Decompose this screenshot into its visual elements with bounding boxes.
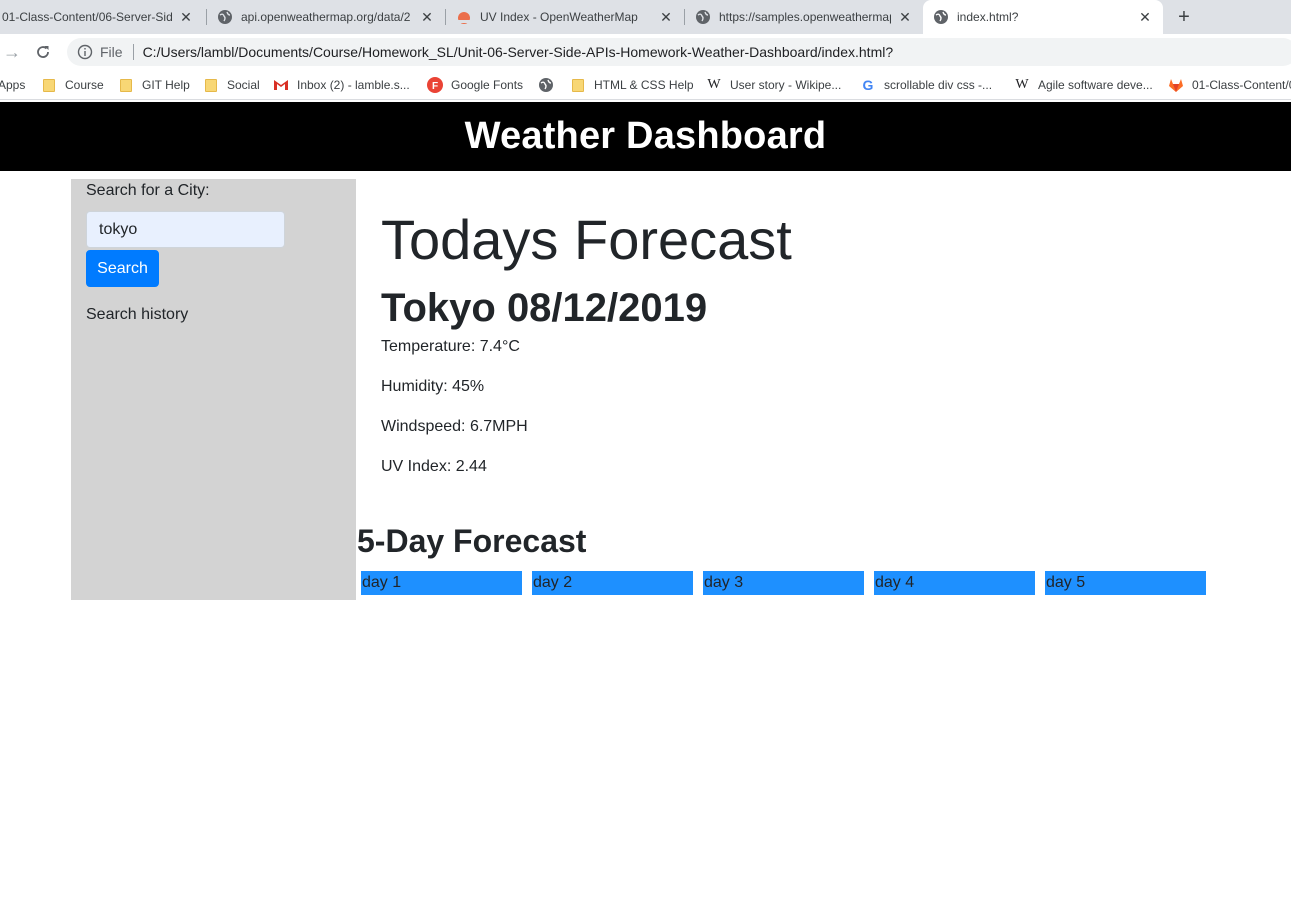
- bookmark-label: Social: [227, 78, 260, 92]
- google-fonts-icon: F: [427, 77, 443, 93]
- uv-index-text: UV Index: 2.44: [381, 458, 487, 475]
- globe-icon: [933, 9, 949, 25]
- new-tab-icon[interactable]: +: [1172, 5, 1196, 29]
- bookmark-html-css-help[interactable]: HTML & CSS Help: [570, 76, 694, 94]
- tab-title: 01-Class-Content/06-Server-Side: [2, 10, 172, 24]
- close-icon[interactable]: ✕: [419, 9, 435, 25]
- tab-title: UV Index - OpenWeatherMap: [480, 10, 638, 24]
- svg-text:F: F: [432, 81, 438, 92]
- bookmark-label: Google Fonts: [451, 78, 524, 92]
- wikipedia-icon: W: [707, 77, 721, 92]
- bookmark-label: Agile software deve...: [1038, 78, 1153, 92]
- url-text[interactable]: C:/Users/lambl/Documents/Course/Homework…: [143, 44, 894, 60]
- globe-icon: [538, 77, 554, 93]
- forward-arrow-icon[interactable]: →: [2, 42, 22, 62]
- humidity-text: Humidity: 45%: [381, 378, 485, 395]
- bookmark-gitlab[interactable]: 01-Class-Content/0: [1168, 76, 1291, 94]
- bookmark-label: scrollable div css -...: [884, 78, 993, 92]
- forecast-day-card: day 3: [703, 571, 864, 595]
- bookmark-social[interactable]: Social: [203, 76, 260, 94]
- folder-icon: [118, 77, 134, 93]
- search-button[interactable]: Search: [86, 250, 159, 287]
- windspeed-text: Windspeed: 6.7MPH: [381, 418, 528, 435]
- forecast-day-card: day 1: [361, 571, 522, 595]
- close-icon[interactable]: ✕: [178, 9, 194, 25]
- globe-icon: [217, 9, 233, 25]
- bookmark-label: 01-Class-Content/0: [1192, 78, 1291, 92]
- openweathermap-icon: [456, 9, 472, 25]
- bookmark-label: User story - Wikipe...: [730, 78, 842, 92]
- bookmark-label: HTML & CSS Help: [594, 78, 694, 92]
- bookmark-agile[interactable]: W Agile software deve...: [1014, 76, 1153, 94]
- search-sidebar: Search for a City: Search Search history: [71, 179, 356, 600]
- tab-title: index.html?: [957, 10, 1019, 24]
- globe-icon: [695, 9, 711, 25]
- forecast-day-card: day 5: [1045, 571, 1206, 595]
- info-icon[interactable]: [77, 44, 93, 60]
- bookmark-google-fonts[interactable]: F Google Fonts: [427, 76, 523, 94]
- bookmark-git-help[interactable]: GIT Help: [118, 76, 190, 94]
- temperature-text: Temperature: 7.4°C: [381, 338, 520, 355]
- city-date-heading: Tokyo 08/12/2019: [381, 286, 708, 330]
- search-history-label: Search history: [86, 306, 189, 323]
- google-icon: G: [862, 77, 874, 93]
- tab-title: api.openweathermap.org/data/2: [241, 10, 411, 24]
- forecast-day-card: day 2: [532, 571, 693, 595]
- folder-icon: [570, 77, 586, 93]
- todays-forecast-heading: Todays Forecast: [381, 208, 792, 271]
- tab-index-html[interactable]: index.html? ✕: [923, 0, 1163, 34]
- close-icon[interactable]: ✕: [897, 9, 913, 25]
- page-title: Weather Dashboard: [464, 115, 827, 157]
- browser-toolbar: → File C:/Users/lambl/Documents/Course/H…: [0, 34, 1291, 70]
- browser-tab-strip: 01-Class-Content/06-Server-Side ✕ api.op…: [0, 0, 1291, 34]
- five-day-forecast-heading: 5-Day Forecast: [357, 523, 587, 559]
- bookmark-globe[interactable]: [538, 76, 562, 94]
- gitlab-icon: [1168, 77, 1184, 93]
- search-label: Search for a City:: [86, 182, 210, 199]
- city-search-input[interactable]: [86, 211, 285, 248]
- tab-openweathermap-api[interactable]: api.openweathermap.org/data/2 ✕: [207, 0, 445, 34]
- bookmark-label: GIT Help: [142, 78, 190, 92]
- gmail-icon: [273, 77, 289, 93]
- forecast-day-card: day 4: [874, 571, 1035, 595]
- tab-uv-index[interactable]: UV Index - OpenWeatherMap ✕: [446, 0, 684, 34]
- wikipedia-icon: W: [1015, 77, 1029, 92]
- bookmark-label: Course: [65, 78, 104, 92]
- bookmark-course[interactable]: Course: [41, 76, 104, 94]
- bookmark-user-story[interactable]: W User story - Wikipe...: [706, 76, 841, 94]
- bookmark-label: Apps: [0, 78, 26, 92]
- tab-title: https://samples.openweathermap: [719, 10, 891, 24]
- close-icon[interactable]: ✕: [1137, 9, 1153, 25]
- bookmark-inbox[interactable]: Inbox (2) - lamble.s...: [273, 76, 410, 94]
- bookmark-apps[interactable]: Apps: [0, 76, 25, 94]
- folder-icon: [203, 77, 219, 93]
- close-icon[interactable]: ✕: [658, 9, 674, 25]
- address-divider: [132, 44, 134, 60]
- address-bar[interactable]: File C:/Users/lambl/Documents/Course/Hom…: [67, 38, 1291, 66]
- folder-icon: [41, 77, 57, 93]
- dashboard-header: Weather Dashboard: [0, 102, 1291, 171]
- bookmark-scrollable-div[interactable]: G scrollable div css -...: [860, 76, 992, 94]
- tab-class-content[interactable]: 01-Class-Content/06-Server-Side ✕: [0, 0, 204, 34]
- reload-icon[interactable]: [33, 42, 53, 62]
- tab-samples-openweathermap[interactable]: https://samples.openweathermap ✕: [685, 0, 923, 34]
- url-scheme-label: File: [100, 44, 123, 60]
- bookmarks-bar: Apps Course GIT Help Social Inbox (2) - …: [0, 70, 1291, 100]
- bookmark-label: Inbox (2) - lamble.s...: [297, 78, 410, 92]
